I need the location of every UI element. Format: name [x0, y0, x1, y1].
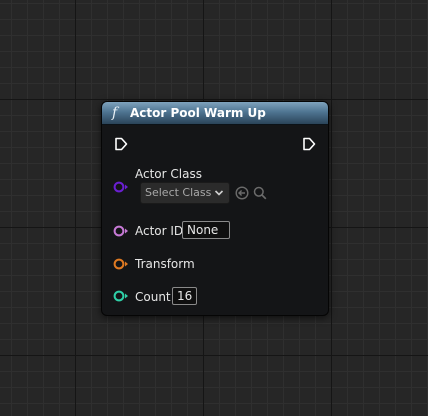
actor-class-pin[interactable] [113, 181, 129, 193]
arrow-left-circle-icon[interactable] [235, 186, 249, 200]
function-icon: f [112, 105, 118, 121]
class-select-value: Select Class [145, 186, 212, 199]
count-value-field[interactable]: 16 [172, 287, 197, 305]
count-label: Count [135, 290, 171, 304]
node-title: Actor Pool Warm Up [130, 106, 266, 120]
count-pin[interactable] [113, 290, 129, 302]
class-select-dropdown[interactable]: Select Class [140, 182, 230, 204]
exec-out-pin-icon[interactable] [302, 137, 316, 151]
actor-id-label: Actor ID [135, 224, 184, 238]
transform-pin[interactable] [113, 258, 129, 270]
transform-label: Transform [135, 257, 195, 271]
actor-id-value-field[interactable]: None [182, 221, 230, 239]
actor-class-label: Actor Class [135, 167, 202, 181]
exec-in-pin-icon[interactable] [114, 137, 128, 151]
node-header[interactable]: f Actor Pool Warm Up [102, 102, 328, 125]
chevron-down-icon [214, 190, 224, 196]
magnifier-icon[interactable] [253, 186, 267, 200]
actor-pool-warm-up-node[interactable]: f Actor Pool Warm Up Actor Class Select … [101, 101, 329, 316]
actor-id-pin[interactable] [113, 225, 129, 237]
